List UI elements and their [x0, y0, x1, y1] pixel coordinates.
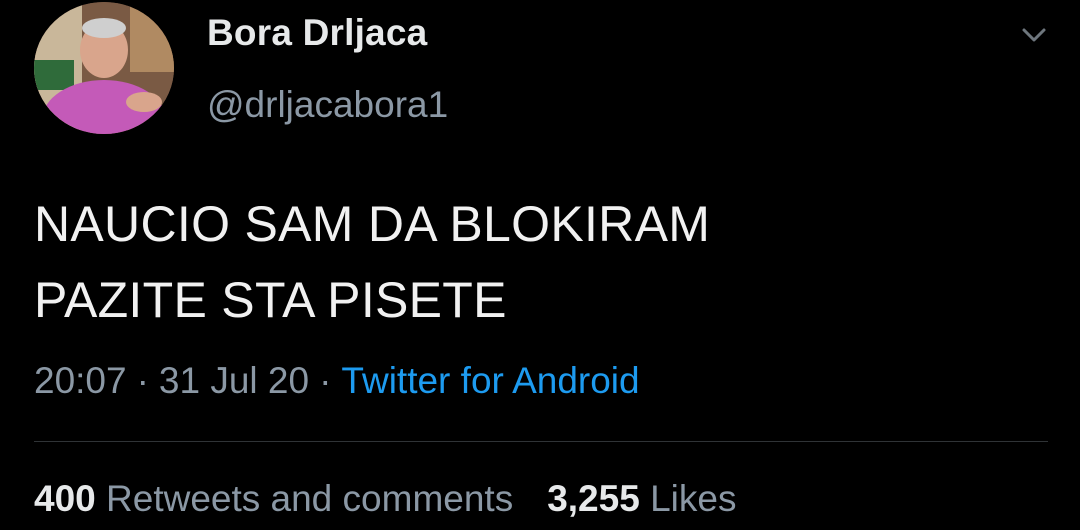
tweet-text: NAUCIO SAM DA BLOKIRAM PAZITE STA PISETE: [34, 186, 710, 338]
meta-separator: ·: [136, 360, 149, 401]
avatar[interactable]: [34, 2, 174, 134]
tweet-time[interactable]: 20:07: [34, 360, 127, 401]
tweet-text-line: PAZITE STA PISETE: [34, 272, 507, 328]
retweets-label: Retweets and comments: [106, 478, 514, 519]
tweet-date[interactable]: 31 Jul 20: [159, 360, 309, 401]
retweets-stat[interactable]: 400 Retweets and comments: [34, 478, 513, 519]
meta-separator: ·: [319, 360, 332, 401]
tweet-source-link[interactable]: Twitter for Android: [341, 360, 639, 401]
tweet-card: Bora Drljaca @drljacabora1 NAUCIO SAM DA…: [0, 0, 1080, 530]
avatar-photo: [34, 2, 174, 134]
retweets-count: 400: [34, 478, 96, 519]
likes-stat[interactable]: 3,255 Likes: [547, 478, 736, 519]
chevron-down-icon[interactable]: [1018, 22, 1050, 46]
display-name[interactable]: Bora Drljaca: [207, 12, 427, 54]
likes-label: Likes: [650, 478, 737, 519]
divider: [34, 441, 1048, 442]
likes-count: 3,255: [547, 478, 640, 519]
tweet-text-line: NAUCIO SAM DA BLOKIRAM: [34, 196, 711, 252]
tweet-stats: 400 Retweets and comments 3,255 Likes: [34, 478, 736, 520]
user-handle[interactable]: @drljacabora1: [207, 84, 448, 126]
tweet-meta: 20:07 · 31 Jul 20 · Twitter for Android: [34, 360, 640, 402]
